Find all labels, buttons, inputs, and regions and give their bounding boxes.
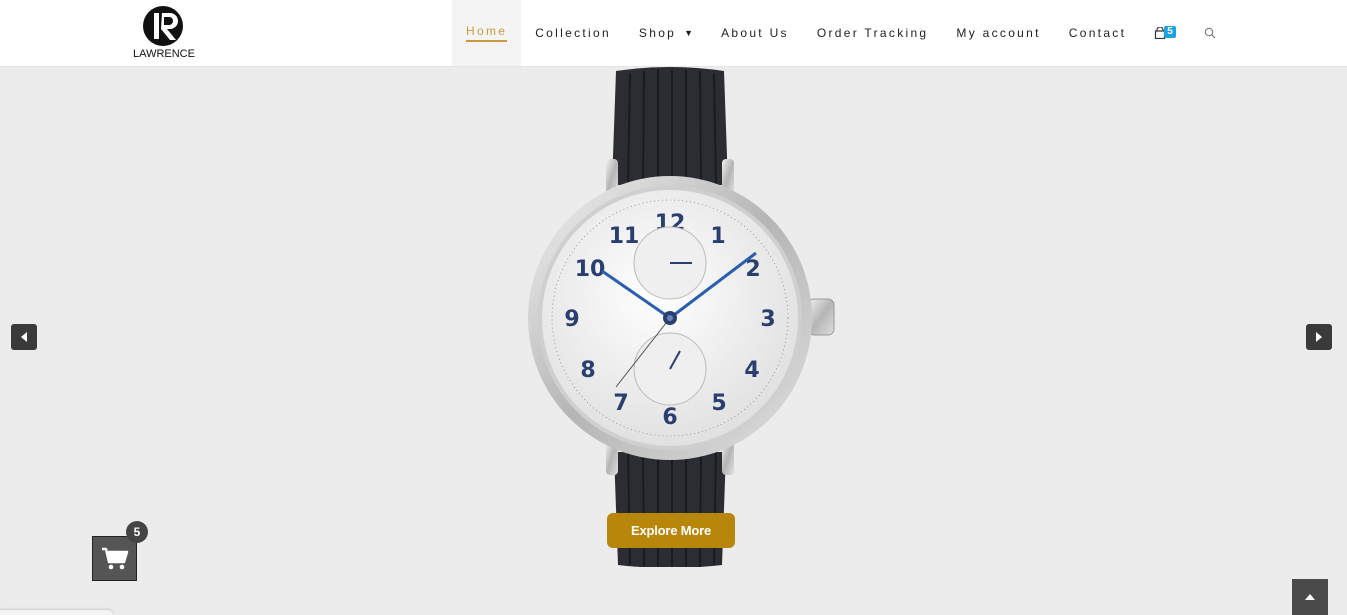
svg-text:4: 4 (744, 358, 759, 383)
floating-cart-button[interactable] (92, 536, 137, 581)
nav-shop[interactable]: Shop ▼ (625, 0, 707, 66)
nav-about-us[interactable]: About Us (707, 0, 803, 66)
nav-home[interactable]: Home (452, 0, 522, 66)
scroll-to-top-button[interactable] (1292, 579, 1328, 615)
svg-text:5: 5 (711, 391, 726, 416)
svg-text:10: 10 (575, 257, 606, 282)
nav-collection[interactable]: Collection (521, 0, 625, 66)
svg-text:1: 1 (710, 224, 725, 249)
slider-next-button[interactable] (1306, 324, 1332, 350)
main-nav: Home Collection Shop ▼ About Us Order Tra… (452, 0, 1230, 66)
svg-text:3: 3 (760, 307, 775, 332)
slider-prev-button[interactable] (11, 324, 37, 350)
svg-text:8: 8 (580, 358, 595, 383)
nav-order-tracking[interactable]: Order Tracking (803, 0, 943, 66)
shopping-cart-icon (101, 547, 128, 569)
site-header: LAWRENCE Home Collection Shop ▼ About Us … (0, 0, 1347, 67)
bottom-left-tab (0, 610, 113, 615)
nav-contact[interactable]: Contact (1055, 0, 1140, 66)
brand-name: LAWRENCE (133, 48, 195, 60)
svg-text:11: 11 (609, 224, 640, 249)
explore-more-button[interactable]: Explore More (607, 513, 735, 548)
chevron-right-icon (1316, 332, 1322, 342)
search-icon (1204, 27, 1216, 39)
svg-text:9: 9 (564, 307, 579, 332)
nav-cart[interactable]: 5 (1140, 0, 1190, 66)
floating-cart-count: 5 (126, 521, 148, 543)
cart-count-badge: 5 (1164, 26, 1176, 38)
chevron-left-icon (21, 332, 27, 342)
watch-image: 12 1 2 3 4 5 6 7 8 9 10 11 (528, 67, 835, 567)
svg-text:6: 6 (662, 405, 677, 430)
nav-my-account[interactable]: My account (942, 0, 1054, 66)
chevron-down-icon: ▼ (684, 28, 694, 38)
nav-search[interactable] (1190, 0, 1230, 66)
chevron-up-icon (1305, 594, 1315, 600)
svg-text:7: 7 (613, 391, 628, 416)
